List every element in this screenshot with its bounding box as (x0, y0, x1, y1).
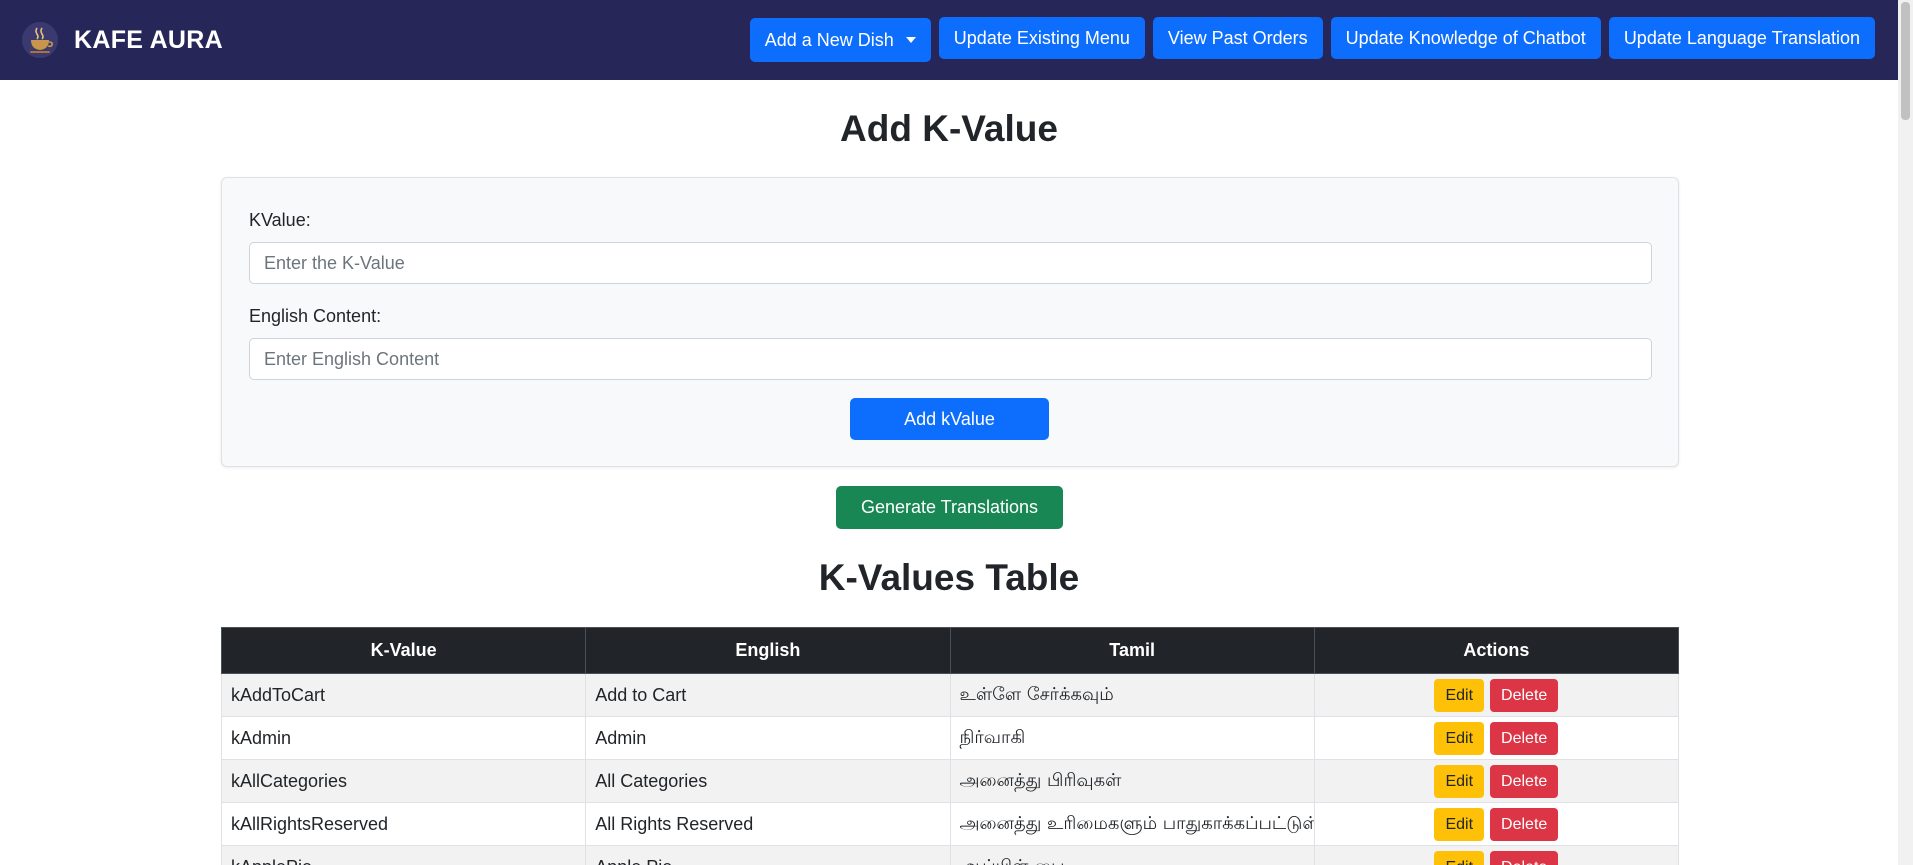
kvalue-input[interactable] (249, 242, 1652, 284)
delete-button[interactable]: Delete (1490, 807, 1559, 841)
table-row: kAllRightsReserved All Rights Reserved அ… (220, 802, 1680, 846)
update-translation-button[interactable]: Update Language Translation (1608, 17, 1875, 59)
table-row: kAdmin Admin நிர்வாகி Edit Delete (220, 716, 1680, 760)
edit-button[interactable]: Edit (1434, 850, 1485, 865)
add-kvalue-title: Add K-Value (840, 108, 1058, 149)
generate-translations-button[interactable]: Generate Translations (836, 486, 1063, 529)
table-header-row: K-Value English Tamil Actions (220, 627, 1680, 674)
header-actions: Actions (1313, 627, 1680, 674)
header-tamil: Tamil (949, 627, 1315, 674)
edit-button[interactable]: Edit (1434, 764, 1485, 798)
caret-down-icon (905, 37, 916, 43)
update-menu-button[interactable]: Update Existing Menu (938, 17, 1145, 59)
kvalues-table-title: K-Values Table (818, 557, 1080, 598)
kvalue-label: KValue: (249, 210, 311, 230)
actions-cell: EditDelete (1313, 759, 1680, 803)
brand[interactable]: KAFE AURA (22, 22, 223, 58)
table-row: kAddToCart Add to Cart உள்ளே சேர்க்கவும்… (220, 673, 1680, 717)
english-cell: All Categories (585, 759, 951, 803)
actions-cell: EditDelete (1313, 716, 1680, 760)
nav-buttons: Add a New Dish Update Existing Menu View… (749, 17, 1875, 62)
header-kvalue: K-Value (220, 627, 587, 674)
add-kvalue-form: KValue: English Content: Add kValue (221, 177, 1679, 467)
page-scrollbar[interactable] (1898, 0, 1913, 865)
add-dish-dropdown-button[interactable]: Add a New Dish (749, 18, 931, 62)
english-cell: All Rights Reserved (585, 802, 951, 846)
coffee-cup-icon (22, 22, 58, 58)
kvalue-cell: kAllRightsReserved (220, 802, 587, 846)
delete-button[interactable]: Delete (1490, 850, 1559, 865)
edit-button[interactable]: Edit (1434, 721, 1485, 755)
english-cell: Apple Pie (585, 845, 951, 865)
add-kvalue-button[interactable]: Add kValue (850, 398, 1049, 440)
past-orders-button[interactable]: View Past Orders (1152, 17, 1323, 59)
kvalue-cell: kAddToCart (220, 673, 587, 717)
english-content-label: English Content: (249, 306, 382, 326)
header-english: English (585, 627, 951, 674)
table-row: kApplePie Apple Pie ஆப்பிள் பை Edit Delet… (220, 845, 1680, 865)
tamil-cell: நிர்வாகி (949, 716, 1315, 760)
brand-name: KAFE AURA (74, 25, 223, 54)
english-cell: Add to Cart (585, 673, 951, 717)
scrollbar-thumb[interactable] (1901, 2, 1910, 120)
tamil-cell: அனைத்து உரிமைகளும் பாதுகாக்கப்பட்டுள்ளன (949, 802, 1315, 846)
actions-cell: EditDelete (1313, 802, 1680, 846)
actions-cell: Edit Delete (1313, 845, 1680, 865)
table-row: kAllCategories All Categories அனைத்து பி… (220, 759, 1680, 803)
edit-button[interactable]: Edit (1434, 678, 1485, 712)
english-cell: Admin (585, 716, 951, 760)
actions-cell: EditDelete (1313, 673, 1680, 717)
kvalue-cell: kAdmin (220, 716, 587, 760)
update-knowledge-button[interactable]: Update Knowledge of Chatbot (1330, 17, 1601, 59)
kvalue-cell: kAllCategories (220, 759, 587, 803)
delete-button[interactable]: Delete (1490, 678, 1559, 712)
tamil-cell: உள்ளே சேர்க்கவும் (949, 673, 1315, 717)
kvalues-table: K-Value English Tamil Actions kAddToCart… (220, 627, 1680, 865)
edit-button[interactable]: Edit (1434, 807, 1485, 841)
english-content-input[interactable] (249, 338, 1652, 380)
tamil-cell: அனைத்து பிரிவுகள் (949, 759, 1315, 803)
top-navbar: KAFE AURA Add a New Dish Update Existing… (0, 0, 1898, 80)
delete-button[interactable]: Delete (1490, 721, 1559, 755)
delete-button[interactable]: Delete (1490, 764, 1559, 798)
kvalue-cell: kApplePie (220, 845, 587, 865)
add-dish-label: Add a New Dish (764, 29, 894, 50)
tamil-cell: ஆப்பிள் பை (949, 845, 1315, 865)
